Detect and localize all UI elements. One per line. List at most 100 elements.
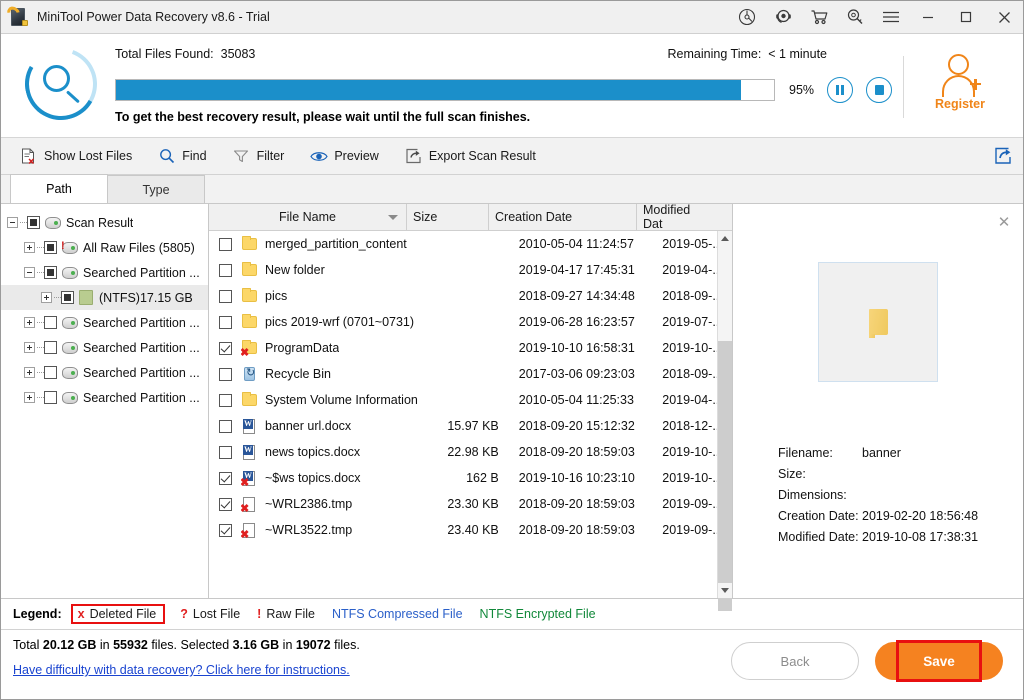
file-row-checkbox[interactable] [219, 290, 232, 303]
tab-path[interactable]: Path [10, 174, 108, 203]
column-header-size[interactable]: Size [407, 204, 489, 231]
file-name-text: banner url.docx [265, 419, 351, 433]
tree-item-checkbox[interactable] [61, 291, 74, 304]
file-row-checkbox[interactable] [219, 524, 232, 537]
save-button[interactable]: Save [875, 642, 1003, 680]
drive-raw-icon: ! [62, 242, 78, 254]
file-list-row[interactable]: ✖~WRL3522.tmp23.40 KB2018-09-20 18:59:03… [209, 517, 732, 543]
file-row-checkbox[interactable] [219, 238, 232, 251]
scan-result-tree[interactable]: Scan Result!All Raw Files (5805) Searched… [1, 204, 209, 598]
file-row-checkbox[interactable] [219, 472, 232, 485]
file-row-checkbox[interactable] [219, 368, 232, 381]
file-row-checkbox[interactable] [219, 394, 232, 407]
tree-item[interactable]: !All Raw Files (5805) [1, 235, 208, 260]
expand-icon[interactable] [24, 317, 35, 328]
tree-item[interactable]: (NTFS)17.15 GB [1, 285, 208, 310]
show-lost-files-button[interactable]: Show Lost Files [19, 147, 132, 165]
selected-size-value: 3.16 GB [233, 638, 280, 652]
file-list-row[interactable]: ✖ProgramData2019-10-10 16:58:312019-10-.… [209, 335, 732, 361]
scrollbar-track[interactable] [718, 246, 732, 583]
filter-button[interactable]: Filter [232, 147, 285, 165]
pause-scan-button[interactable] [827, 77, 853, 103]
file-list-row[interactable]: Wbanner url.docx15.97 KB2018-09-20 15:12… [209, 413, 732, 439]
file-list-body[interactable]: merged_partition_content2010-05-04 11:24… [209, 231, 732, 598]
help-instructions-link[interactable]: Have difficulty with data recovery? Clic… [13, 663, 360, 677]
file-row-checkbox[interactable] [219, 420, 232, 433]
tree-item[interactable]: Searched Partition ... [1, 335, 208, 360]
tree-connector [20, 222, 27, 223]
tree-item[interactable]: Searched Partition ... [1, 360, 208, 385]
column-header-creation-date[interactable]: Creation Date [489, 204, 637, 231]
key-search-icon[interactable] [837, 1, 873, 33]
find-button[interactable]: Find [157, 147, 206, 165]
export-scan-result-button[interactable]: Export Scan Result [404, 147, 536, 165]
tree-item-checkbox[interactable] [44, 241, 57, 254]
menu-icon[interactable] [873, 1, 909, 33]
collapse-icon[interactable] [24, 267, 35, 278]
column-header-file-name-label: File Name [279, 210, 336, 224]
file-name-cell: System Volume Information [241, 392, 433, 409]
folder-icon: ✖ [241, 340, 258, 357]
file-row-checkbox[interactable] [219, 264, 232, 277]
support-headset-icon[interactable] [765, 1, 801, 33]
file-list-row[interactable]: Wnews topics.docx22.98 KB2018-09-20 18:5… [209, 439, 732, 465]
tree-item-checkbox[interactable] [44, 366, 57, 379]
file-list-row[interactable]: pics2018-09-27 14:34:482018-09-... [209, 283, 732, 309]
back-button[interactable]: Back [731, 642, 859, 680]
column-header-file-name[interactable]: File Name [209, 204, 407, 231]
expand-icon[interactable] [24, 342, 35, 353]
scroll-down-arrow-icon[interactable] [718, 583, 732, 598]
share-export-icon[interactable] [983, 147, 1023, 165]
file-list-row[interactable]: System Volume Information2010-05-04 11:2… [209, 387, 732, 413]
file-name-text: System Volume Information [265, 393, 418, 407]
tree-item-checkbox[interactable] [44, 316, 57, 329]
export-scan-result-label: Export Scan Result [429, 149, 536, 163]
close-button[interactable] [985, 1, 1023, 33]
disc-icon[interactable] [729, 1, 765, 33]
file-row-checkbox[interactable] [219, 498, 232, 511]
file-list-scrollbar[interactable] [717, 231, 732, 598]
export-icon [404, 147, 423, 165]
maximize-button[interactable] [947, 1, 985, 33]
preview-field-key: Dimensions: [778, 488, 862, 502]
legend-raw-label: Raw File [266, 607, 315, 621]
preview-field: Modified Date:2019-10-08 17:38:31 [778, 526, 1023, 547]
close-preview-icon[interactable]: ✕ [996, 215, 1012, 231]
file-row-checkbox[interactable] [219, 446, 232, 459]
tree-item[interactable]: Searched Partition ... [1, 260, 208, 285]
tree-item[interactable]: Scan Result [1, 210, 208, 235]
tree-item-checkbox[interactable] [44, 341, 57, 354]
tree-item-checkbox[interactable] [27, 216, 40, 229]
expand-icon[interactable] [24, 392, 35, 403]
register-button[interactable]: Register [917, 54, 1003, 111]
collapse-icon[interactable] [7, 217, 18, 228]
preview-button[interactable]: Preview [309, 147, 378, 165]
file-list-row[interactable]: ✖~WRL2386.tmp23.30 KB2018-09-20 18:59:03… [209, 491, 732, 517]
view-tabs: Path Type [1, 175, 1023, 204]
expand-icon[interactable] [41, 292, 52, 303]
tree-item-label: Searched Partition ... [83, 266, 200, 280]
expand-icon[interactable] [24, 367, 35, 378]
tree-item-checkbox[interactable] [44, 391, 57, 404]
column-header-modified-date[interactable]: Modified Dat [637, 204, 715, 231]
file-list-row[interactable]: Recycle Bin2017-03-06 09:23:032018-09-..… [209, 361, 732, 387]
back-button-label: Back [781, 654, 810, 669]
shopping-cart-icon[interactable] [801, 1, 837, 33]
minimize-button[interactable] [909, 1, 947, 33]
expand-icon[interactable] [24, 242, 35, 253]
tree-item[interactable]: Searched Partition ... [1, 310, 208, 335]
file-row-checkbox[interactable] [219, 342, 232, 355]
tree-item[interactable]: Searched Partition ... [1, 385, 208, 410]
file-list-row[interactable]: merged_partition_content2010-05-04 11:24… [209, 231, 732, 257]
scan-hint-text: To get the best recovery result, please … [115, 110, 1013, 124]
file-row-checkbox[interactable] [219, 316, 232, 329]
tree-item-checkbox[interactable] [44, 266, 57, 279]
file-list-row[interactable]: New folder2019-04-17 17:45:312019-04-... [209, 257, 732, 283]
scrollbar-thumb[interactable] [718, 341, 732, 611]
tab-type[interactable]: Type [107, 175, 205, 203]
file-list-row[interactable]: W✖~$ws topics.docx162 B2019-10-16 10:23:… [209, 465, 732, 491]
legend-bar: Legend: x Deleted File ? Lost File ! Raw… [1, 599, 1023, 629]
file-list-row[interactable]: pics 2019-wrf (0701~0731)2019-06-28 16:2… [209, 309, 732, 335]
stop-scan-button[interactable] [866, 77, 892, 103]
scroll-up-arrow-icon[interactable] [718, 231, 732, 246]
